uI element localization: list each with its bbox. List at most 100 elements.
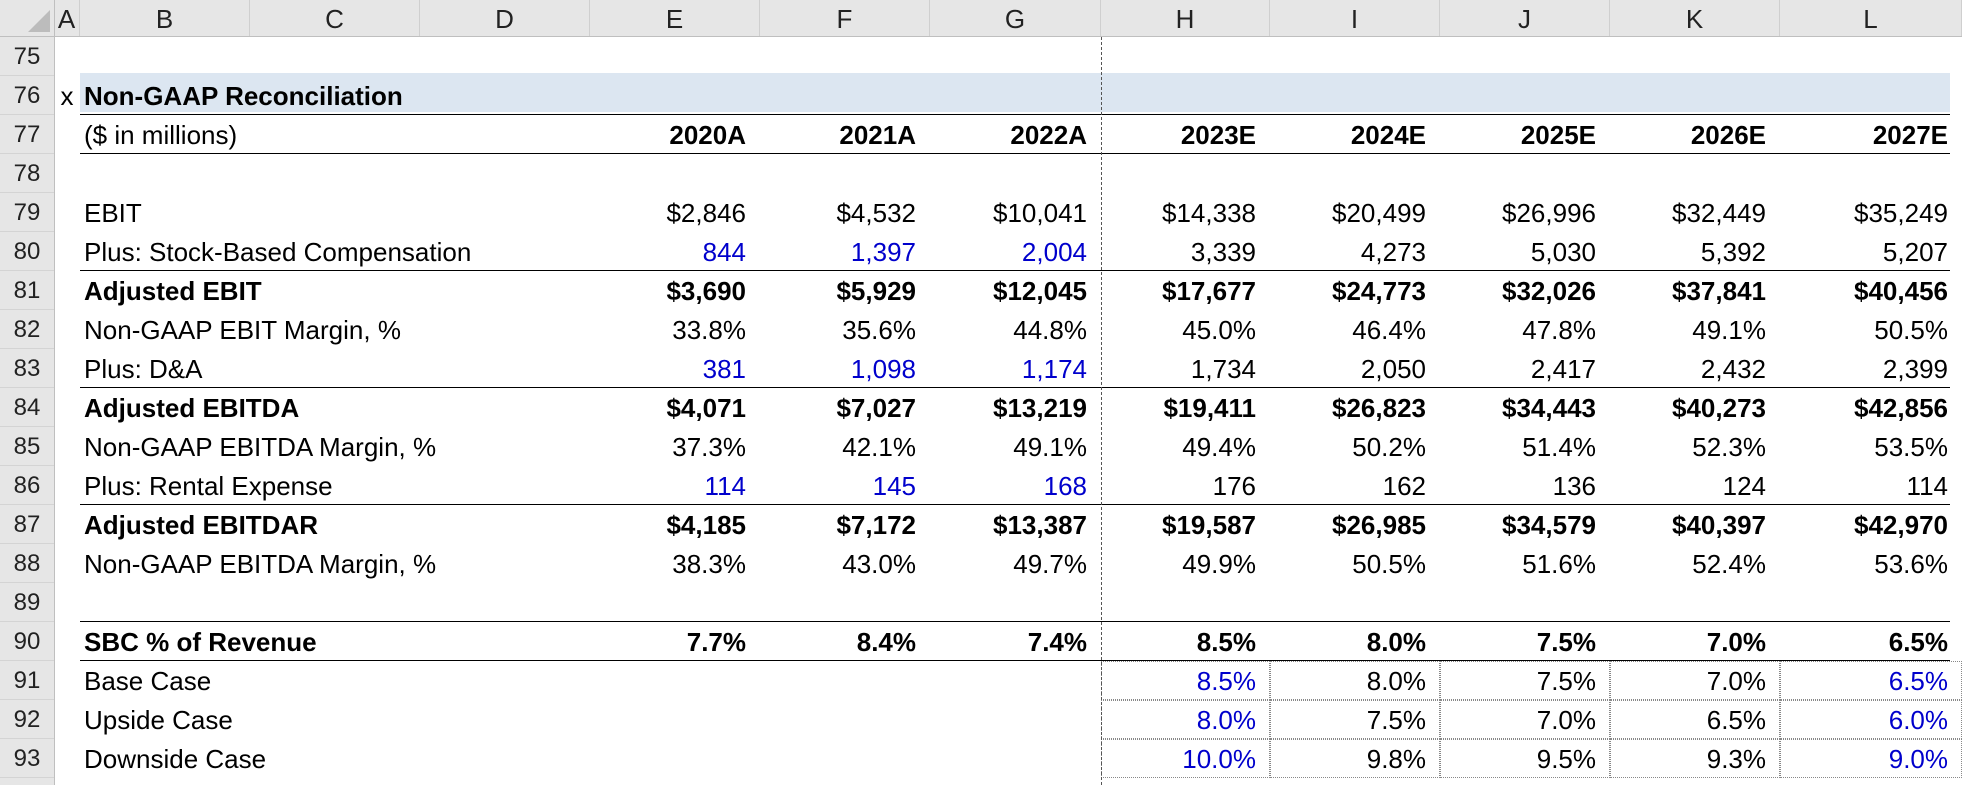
value-cell[interactable]: 4,273 [1270,232,1426,271]
value-cell[interactable]: 49.4% [1101,427,1256,466]
value-cell[interactable]: 1,174 [930,349,1087,388]
column-header-l[interactable]: L [1780,0,1962,36]
value-cell[interactable]: 35.6% [760,310,916,349]
value-cell[interactable]: $4,532 [760,193,916,232]
value-cell[interactable]: 6.5% [1780,622,1948,661]
value-cell[interactable]: $40,397 [1610,505,1766,544]
case-value-cell[interactable]: 9.8% [1270,739,1426,778]
case-value-cell[interactable]: 6.5% [1780,661,1948,700]
value-cell[interactable]: $32,026 [1440,271,1596,310]
row-label-base-case[interactable]: Base Case [84,661,211,700]
row-header-83[interactable]: 83 [0,349,54,388]
value-cell[interactable]: 114 [590,466,746,505]
row-header-86[interactable]: 86 [0,466,54,505]
year-header-2021a[interactable]: 2021A [760,115,916,154]
column-header-k[interactable]: K [1610,0,1780,36]
value-cell[interactable]: 2,399 [1780,349,1948,388]
value-cell[interactable]: 176 [1101,466,1256,505]
column-header-h[interactable]: H [1101,0,1270,36]
value-cell[interactable]: 8.0% [1270,622,1426,661]
row-label-plus-rental-expense[interactable]: Plus: Rental Expense [84,466,333,505]
value-cell[interactable]: $40,456 [1780,271,1948,310]
value-cell[interactable]: 844 [590,232,746,271]
row-header-89[interactable]: 89 [0,583,54,622]
value-cell[interactable]: 5,392 [1610,232,1766,271]
value-cell[interactable]: $26,996 [1440,193,1596,232]
row-label-sbc-of-revenue[interactable]: SBC % of Revenue [84,622,317,661]
value-cell[interactable]: 124 [1610,466,1766,505]
value-cell[interactable]: $14,338 [1101,193,1256,232]
value-cell[interactable]: $40,273 [1610,388,1766,427]
row-header-87[interactable]: 87 [0,505,54,544]
row-label-non-gaap-ebitda-margin[interactable]: Non-GAAP EBITDA Margin, % [84,544,436,583]
value-cell[interactable]: 38.3% [590,544,746,583]
value-cell[interactable]: 2,417 [1440,349,1596,388]
value-cell[interactable]: $12,045 [930,271,1087,310]
value-cell[interactable]: $42,970 [1780,505,1948,544]
case-value-cell[interactable]: 9.5% [1440,739,1596,778]
row-label-non-gaap-ebitda-margin[interactable]: Non-GAAP EBITDA Margin, % [84,427,436,466]
value-cell[interactable]: 52.3% [1610,427,1766,466]
row-label-adjusted-ebitda[interactable]: Adjusted EBITDA [84,388,299,427]
column-header-g[interactable]: G [930,0,1101,36]
case-value-cell[interactable]: 10.0% [1101,739,1256,778]
value-cell[interactable]: 44.8% [930,310,1087,349]
row-label-adjusted-ebitdar[interactable]: Adjusted EBITDAR [84,505,318,544]
row-label-ebit[interactable]: EBIT [84,193,142,232]
row-header-90[interactable]: 90 [0,622,54,661]
row-header-75[interactable]: 75 [0,37,54,76]
case-value-cell[interactable]: 8.0% [1270,661,1426,700]
value-cell[interactable]: 49.7% [930,544,1087,583]
value-cell[interactable]: 49.1% [930,427,1087,466]
case-value-cell[interactable]: 7.5% [1270,700,1426,739]
year-header-2023e[interactable]: 2023E [1101,115,1256,154]
value-cell[interactable]: 43.0% [760,544,916,583]
column-header-j[interactable]: J [1440,0,1610,36]
value-cell[interactable]: 42.1% [760,427,916,466]
value-cell[interactable]: $42,856 [1780,388,1948,427]
case-value-cell[interactable]: 7.5% [1440,661,1596,700]
value-cell[interactable]: $37,841 [1610,271,1766,310]
value-cell[interactable]: 33.8% [590,310,746,349]
row-header-76[interactable]: 76 [0,76,54,115]
value-cell[interactable]: 1,397 [760,232,916,271]
value-cell[interactable]: 3,339 [1101,232,1256,271]
value-cell[interactable]: 2,004 [930,232,1087,271]
row-header-79[interactable]: 79 [0,193,54,232]
column-header-d[interactable]: D [420,0,590,36]
value-cell[interactable]: 45.0% [1101,310,1256,349]
value-cell[interactable]: $17,677 [1101,271,1256,310]
row-header-85[interactable]: 85 [0,427,54,466]
value-cell[interactable]: $26,823 [1270,388,1426,427]
case-value-cell[interactable]: 9.0% [1780,739,1948,778]
value-cell[interactable]: 381 [590,349,746,388]
value-cell[interactable]: 2,050 [1270,349,1426,388]
case-value-cell[interactable]: 9.3% [1610,739,1766,778]
row-header-77[interactable]: 77 [0,115,54,154]
case-value-cell[interactable]: 8.5% [1101,661,1256,700]
value-cell[interactable]: 1,098 [760,349,916,388]
value-cell[interactable]: $4,071 [590,388,746,427]
row-header-88[interactable]: 88 [0,544,54,583]
value-cell[interactable]: $4,185 [590,505,746,544]
value-cell[interactable]: 2,432 [1610,349,1766,388]
column-header-a[interactable]: A [54,0,80,36]
column-header-f[interactable]: F [760,0,930,36]
column-header-e[interactable]: E [590,0,760,36]
value-cell[interactable]: 7.7% [590,622,746,661]
value-cell[interactable]: $24,773 [1270,271,1426,310]
value-cell[interactable]: 5,030 [1440,232,1596,271]
select-all-button[interactable] [0,0,55,36]
row-label-plus-d-a[interactable]: Plus: D&A [84,349,203,388]
value-cell[interactable]: $2,846 [590,193,746,232]
value-cell[interactable]: $34,579 [1440,505,1596,544]
value-cell[interactable]: $19,411 [1101,388,1256,427]
value-cell[interactable]: 136 [1440,466,1596,505]
units-label[interactable]: ($ in millions) [84,115,237,154]
case-value-cell[interactable]: 6.5% [1610,700,1766,739]
row-header-92[interactable]: 92 [0,700,54,739]
row-header-81[interactable]: 81 [0,271,54,310]
value-cell[interactable]: 168 [930,466,1087,505]
value-cell[interactable]: $3,690 [590,271,746,310]
case-value-cell[interactable]: 7.0% [1440,700,1596,739]
